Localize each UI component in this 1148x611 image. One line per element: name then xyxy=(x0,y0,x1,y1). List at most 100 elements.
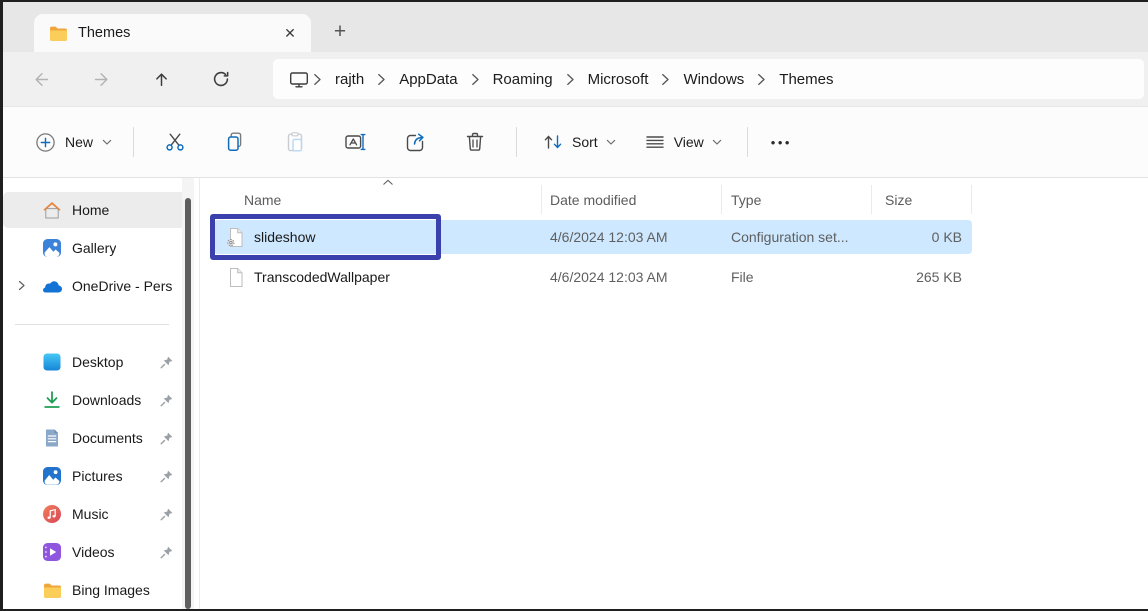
sidebar-item-videos[interactable]: Videos xyxy=(3,534,185,570)
sidebar: Home Gallery OneDrive - Pers xyxy=(3,178,199,611)
circle-plus-icon xyxy=(35,132,56,153)
videos-icon xyxy=(41,542,63,562)
up-button[interactable] xyxy=(143,62,179,96)
view-button[interactable]: View xyxy=(634,122,732,162)
column-header-size[interactable]: Size xyxy=(872,185,972,214)
desktop-icon xyxy=(41,352,63,372)
sidebar-item-label: Pictures xyxy=(72,468,123,484)
file-type: File xyxy=(722,269,872,285)
breadcrumb-item[interactable]: Roaming xyxy=(480,66,566,93)
sidebar-item-downloads[interactable]: Downloads xyxy=(3,382,185,418)
up-arrow-icon xyxy=(153,71,170,88)
chevron-right-icon xyxy=(377,73,386,86)
chevron-down-icon xyxy=(102,139,112,146)
folder-icon xyxy=(41,583,63,598)
folder-icon xyxy=(49,26,68,41)
share-button[interactable] xyxy=(393,121,437,163)
address-bar[interactable]: rajth AppData Roaming Microsoft Windows … xyxy=(273,59,1144,99)
sidebar-item-home[interactable]: Home xyxy=(3,192,185,228)
share-icon xyxy=(404,131,426,153)
chevron-right-icon xyxy=(471,73,480,86)
command-toolbar: New Sort View xyxy=(3,106,1148,178)
back-button[interactable] xyxy=(23,62,59,96)
sort-arrows-icon xyxy=(542,131,564,153)
sidebar-item-label: Music xyxy=(72,506,109,522)
breadcrumb-item[interactable]: AppData xyxy=(386,66,470,93)
pin-icon xyxy=(159,545,174,560)
file-name: slideshow xyxy=(254,229,315,245)
sidebar-item-label: Documents xyxy=(72,430,143,446)
sort-button[interactable]: Sort xyxy=(532,122,626,162)
tab-title: Themes xyxy=(78,25,130,41)
delete-button[interactable] xyxy=(453,121,497,163)
more-options-ellipsis-icon[interactable]: ••• xyxy=(759,125,804,160)
column-header-date-modified[interactable]: Date modified xyxy=(542,185,722,214)
sidebar-item-documents[interactable]: Documents xyxy=(3,420,185,456)
gallery-icon xyxy=(41,238,63,258)
pin-icon xyxy=(159,393,174,408)
expand-chevron-icon[interactable] xyxy=(16,280,27,291)
file-name: TranscodedWallpaper xyxy=(254,269,390,285)
sidebar-item-label: Gallery xyxy=(72,240,116,256)
column-header-row: Name Date modified Type Size xyxy=(214,185,1148,214)
breadcrumb-item[interactable]: Windows xyxy=(670,66,757,93)
pin-icon xyxy=(159,507,174,522)
file-row-slideshow[interactable]: slideshow 4/6/2024 12:03 AM Configuratio… xyxy=(214,220,972,254)
config-file-icon xyxy=(226,227,244,248)
column-header-type[interactable]: Type xyxy=(722,185,872,214)
close-icon[interactable]: ✕ xyxy=(277,20,303,46)
column-header-name[interactable]: Name xyxy=(214,185,542,214)
file-row-transcodedwallpaper[interactable]: TranscodedWallpaper 4/6/2024 12:03 AM Fi… xyxy=(214,260,972,294)
cut-button[interactable] xyxy=(153,121,197,163)
documents-icon xyxy=(41,428,63,448)
refresh-icon xyxy=(212,70,230,88)
rename-button[interactable] xyxy=(333,121,377,163)
sidebar-item-label: Videos xyxy=(72,544,115,560)
back-arrow-icon xyxy=(33,71,50,88)
pictures-icon xyxy=(41,466,63,486)
paste-button[interactable] xyxy=(273,121,317,163)
view-label: View xyxy=(674,134,704,150)
rename-icon xyxy=(344,131,366,153)
copy-button[interactable] xyxy=(213,121,257,163)
sidebar-item-label: Home xyxy=(72,202,109,218)
breadcrumb-item-current[interactable]: Themes xyxy=(766,66,846,93)
file-date-modified: 4/6/2024 12:03 AM xyxy=(542,229,722,245)
navigation-bar: rajth AppData Roaming Microsoft Windows … xyxy=(3,52,1148,106)
sidebar-item-desktop[interactable]: Desktop xyxy=(3,344,185,380)
chevron-down-icon xyxy=(606,139,616,146)
new-tab-button[interactable]: + xyxy=(325,17,355,47)
chevron-right-icon xyxy=(661,73,670,86)
tab-themes[interactable]: Themes ✕ xyxy=(34,14,311,52)
new-button[interactable]: New xyxy=(25,123,122,162)
sidebar-item-label: Downloads xyxy=(72,392,141,408)
sidebar-scrollbar-thumb[interactable] xyxy=(185,198,191,609)
sidebar-item-gallery[interactable]: Gallery xyxy=(3,230,185,266)
view-lines-icon xyxy=(644,131,666,153)
file-list-area: Name Date modified Type Size slideshow 4… xyxy=(199,178,1148,611)
pin-icon xyxy=(159,355,174,370)
sidebar-item-music[interactable]: Music xyxy=(3,496,185,532)
onedrive-icon xyxy=(41,279,63,293)
sidebar-divider xyxy=(15,324,169,325)
toolbar-separator xyxy=(747,127,748,157)
file-size: 265 KB xyxy=(872,269,972,285)
main-area: Home Gallery OneDrive - Pers xyxy=(3,178,1148,611)
tab-bar: Themes ✕ + xyxy=(3,2,1148,52)
sort-label: Sort xyxy=(572,134,598,150)
scissors-icon xyxy=(164,131,186,153)
toolbar-separator xyxy=(133,127,134,157)
new-button-label: New xyxy=(65,134,93,150)
breadcrumb-item[interactable]: rajth xyxy=(322,66,377,93)
refresh-button[interactable] xyxy=(203,62,239,96)
sidebar-item-bing-images[interactable]: Bing Images xyxy=(3,572,185,608)
file-icon xyxy=(226,267,244,288)
breadcrumb-item[interactable]: Microsoft xyxy=(575,66,662,93)
forward-button[interactable] xyxy=(83,62,119,96)
file-type: Configuration set... xyxy=(722,229,872,245)
this-pc-monitor-icon[interactable] xyxy=(283,71,313,88)
sidebar-item-onedrive[interactable]: OneDrive - Pers xyxy=(3,268,185,304)
sort-ascending-caret-icon xyxy=(382,179,394,186)
sidebar-item-pictures[interactable]: Pictures xyxy=(3,458,185,494)
trash-icon xyxy=(464,131,486,153)
